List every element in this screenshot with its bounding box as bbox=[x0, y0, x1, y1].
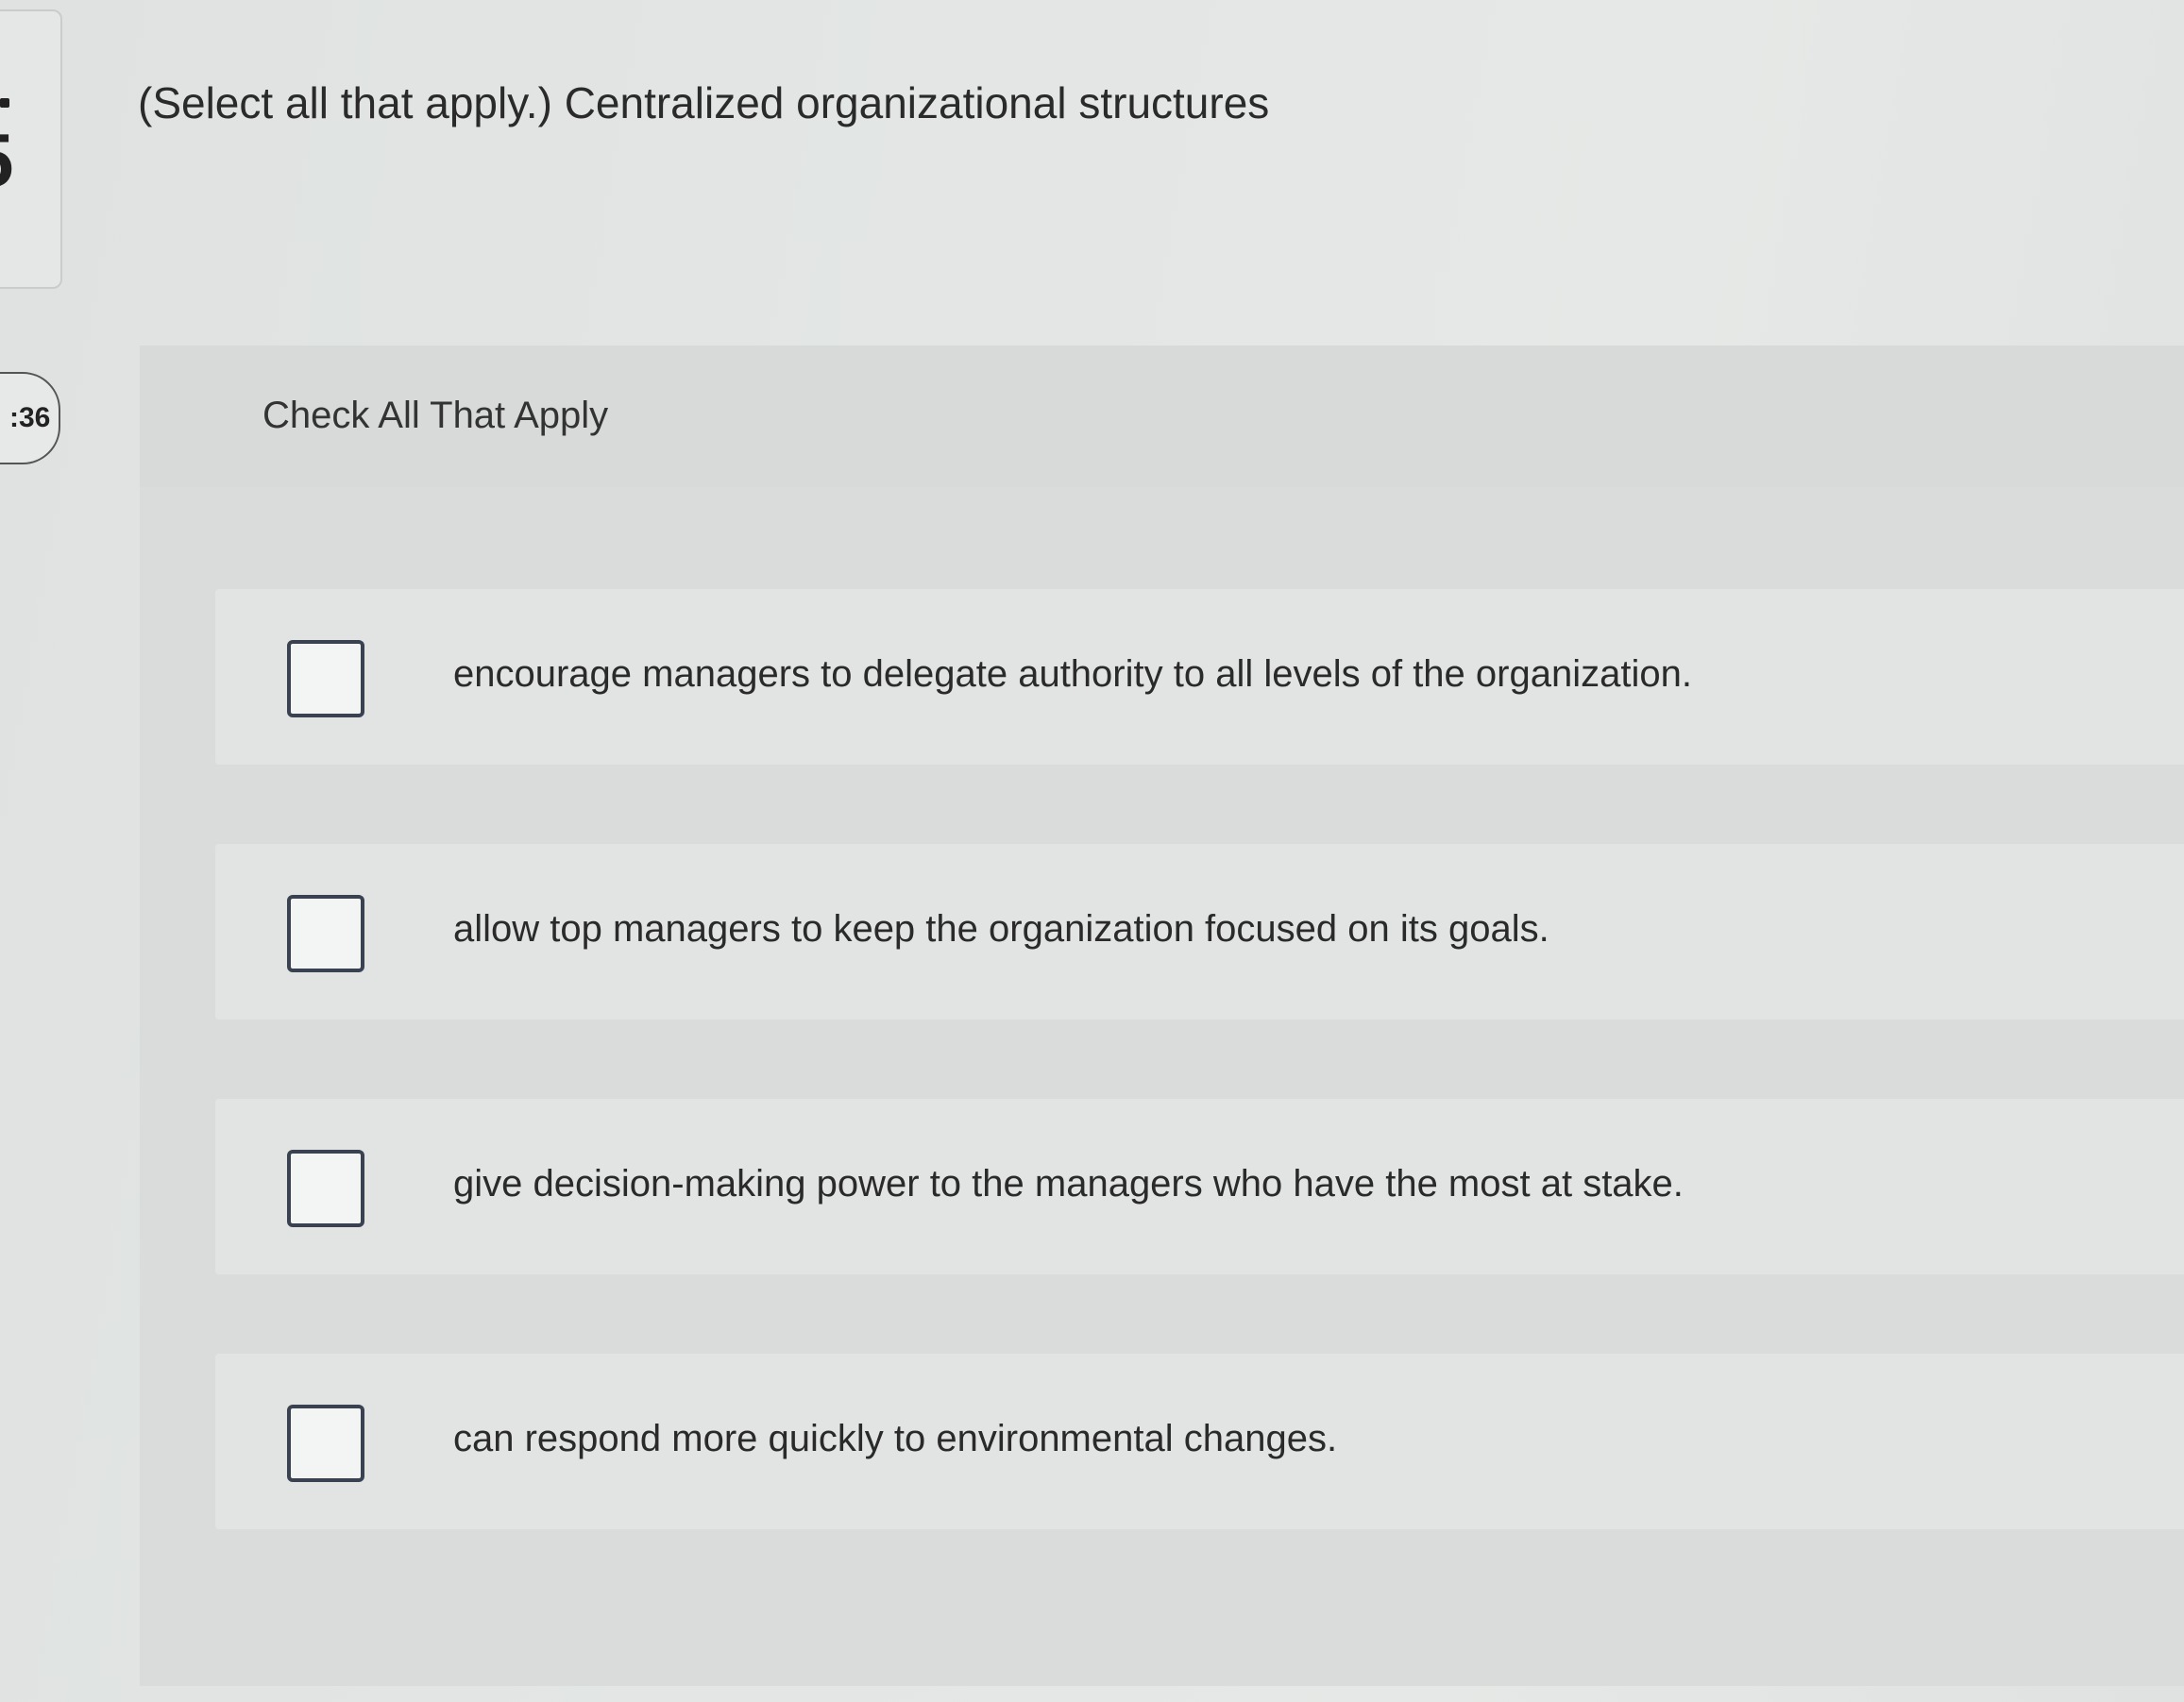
answer-card: Check All That Apply encourage managers … bbox=[140, 345, 2184, 1686]
timer-text: :36 bbox=[9, 402, 51, 433]
option-label[interactable]: allow top managers to keep the organizat… bbox=[453, 908, 1549, 951]
bullet-icon bbox=[0, 98, 9, 108]
card-header: Check All That Apply bbox=[140, 345, 2184, 487]
option-checkbox[interactable] bbox=[287, 640, 364, 717]
option-checkbox[interactable] bbox=[287, 1150, 364, 1227]
question-prompt: (Select all that apply.) Centralized org… bbox=[138, 78, 1270, 127]
option-label[interactable]: give decision-making power to the manage… bbox=[453, 1163, 1684, 1205]
answer-option[interactable]: can respond more quickly to environmenta… bbox=[215, 1354, 2184, 1529]
answer-option[interactable]: encourage managers to delegate authority… bbox=[215, 589, 2184, 765]
option-label[interactable]: can respond more quickly to environmenta… bbox=[453, 1418, 1337, 1460]
page: 5 :36 (Select all that apply.) Centraliz… bbox=[0, 0, 2184, 1702]
answer-option[interactable]: allow top managers to keep the organizat… bbox=[215, 844, 2184, 1020]
answer-option[interactable]: give decision-making power to the manage… bbox=[215, 1099, 2184, 1274]
question-number-fragment: 5 bbox=[0, 123, 14, 198]
card-title: Check All That Apply bbox=[262, 395, 609, 436]
timer-badge: :36 bbox=[0, 372, 60, 464]
option-label[interactable]: encourage managers to delegate authority… bbox=[453, 653, 1692, 696]
option-checkbox[interactable] bbox=[287, 1405, 364, 1482]
option-checkbox[interactable] bbox=[287, 895, 364, 972]
